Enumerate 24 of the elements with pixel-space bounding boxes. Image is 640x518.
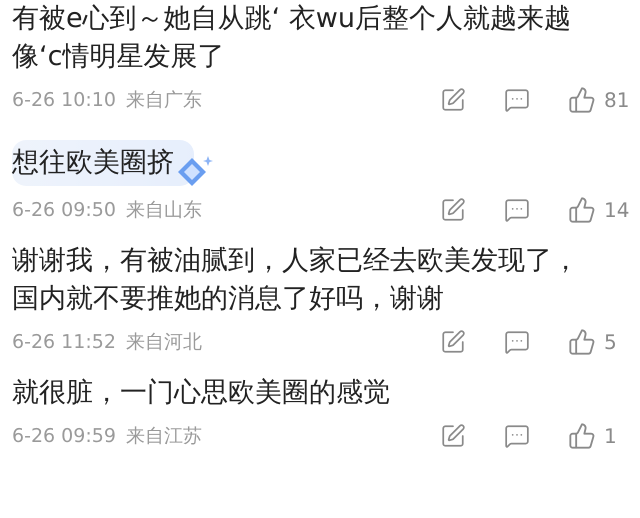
like-count: 14 bbox=[604, 198, 630, 222]
thumbs-up-icon[interactable] bbox=[568, 86, 596, 114]
comment-icon[interactable] bbox=[504, 329, 530, 355]
comment-location: 来自山东 bbox=[126, 198, 202, 223]
comment-text: 想往欧美圈挤 bbox=[12, 140, 194, 186]
comment-date: 6-26 09:59 bbox=[12, 425, 116, 447]
comment-location: 来自江苏 bbox=[126, 424, 202, 449]
comment-date: 6-26 09:50 bbox=[12, 199, 116, 221]
thumbs-up-icon[interactable] bbox=[568, 422, 596, 450]
comment-text: 谢谢我，有被油腻到，人家已经去欧美发现了，国内就不要推她的消息了好吗，谢谢 bbox=[12, 244, 580, 316]
comment-location: 来自河北 bbox=[126, 330, 202, 355]
comment-text: 有被e心到～她自从跳‘ 衣wu后整个人就越来越像‘c情明星发展了 bbox=[12, 2, 572, 74]
comment-icon[interactable] bbox=[504, 197, 530, 223]
like-count: 5 bbox=[604, 330, 617, 354]
comment-icon[interactable] bbox=[504, 87, 530, 113]
comment-date: 6-26 11:52 bbox=[12, 331, 116, 353]
comment-icon[interactable] bbox=[504, 423, 530, 449]
thumbs-up-icon[interactable] bbox=[568, 328, 596, 356]
like-count: 1 bbox=[604, 424, 617, 448]
like-count: 81 bbox=[604, 88, 630, 112]
comment-text: 就很脏，一门心思欧美圈的感觉 bbox=[12, 376, 391, 410]
thumbs-up-icon[interactable] bbox=[568, 196, 596, 224]
comment-location: 来自广东 bbox=[126, 88, 202, 113]
comment-date: 6-26 10:10 bbox=[12, 89, 116, 111]
